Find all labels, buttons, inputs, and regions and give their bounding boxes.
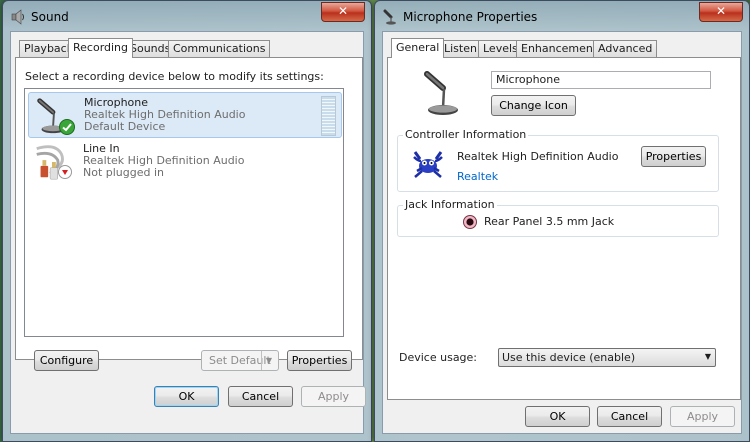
device-status: Default Device [84,120,166,133]
device-name-value: Microphone [496,73,561,86]
microphone-properties-window: Microphone Properties ✕ General Listen L… [374,0,750,442]
sound-client-area: Playback Recording Sounds Communications… [10,31,366,434]
jack-value: Rear Panel 3.5 mm Jack [484,215,615,228]
close-icon: ✕ [337,4,349,18]
red-down-arrow-icon [58,165,72,179]
controller-group-label: Controller Information [403,128,529,141]
microphone-device-icon [424,71,458,115]
sound-window-title: Sound [31,10,69,24]
mic-window-title: Microphone Properties [403,10,538,24]
controller-properties-button[interactable]: Properties [641,146,706,167]
microphone-title-icon [383,9,396,25]
set-default-button[interactable]: Set Default ▼ [201,350,279,371]
speaker-icon [11,9,24,25]
properties-button[interactable]: Properties [287,350,352,371]
device-status: Not plugged in [83,166,165,179]
recording-instruction: Select a recording device below to modif… [25,70,324,83]
jack-information-group: Jack Information Rear Panel 3.5 mm Jack [397,198,719,237]
mic-titlebar[interactable]: Microphone Properties ✕ [375,1,749,31]
list-item-microphone[interactable]: Microphone Realtek High Definition Audio… [28,92,342,138]
controller-vendor: Realtek [457,170,499,183]
mic-close-button[interactable]: ✕ [699,2,743,22]
tab-advanced[interactable]: Advanced [593,40,658,57]
jack-group-label: Jack Information [403,198,497,211]
change-icon-button[interactable]: Change Icon [491,95,576,116]
controller-information-group: Controller Information Realtek High Defi… [397,128,719,192]
mic-client-area: General Listen Levels Enhancements Advan… [382,31,742,434]
configure-button[interactable]: Configure [34,350,99,371]
tab-listen[interactable]: Listen [439,40,482,57]
sound-apply-button[interactable]: Apply [301,386,366,407]
general-tab-panel: Microphone Change Icon Controller Inform… [387,57,741,400]
green-check-icon [59,119,75,135]
tab-recording[interactable]: Recording [68,38,134,58]
device-usage-select[interactable]: Use this device (enable) ▼ [498,348,716,367]
mic-cancel-button[interactable]: Cancel [597,406,662,427]
level-meter [321,96,336,136]
chevron-down-icon: ▼ [704,352,711,361]
close-icon: ✕ [715,4,727,18]
controller-name: Realtek High Definition Audio [457,150,619,163]
recording-tab-panel: Select a recording device below to modif… [15,57,363,371]
sound-cancel-button[interactable]: Cancel [228,386,293,407]
device-name-input[interactable]: Microphone [491,71,711,89]
tab-communications[interactable]: Communications [168,40,271,57]
sound-window: Sound ✕ Playback Recording Sounds Commun… [2,0,372,442]
realtek-crab-icon [413,151,443,178]
sound-titlebar[interactable]: Sound ✕ [3,1,371,31]
jack-port-icon [463,215,477,229]
tab-general[interactable]: General [391,38,445,58]
mic-ok-button[interactable]: OK [525,406,590,427]
sound-close-button[interactable]: ✕ [321,2,365,22]
list-item-line-in[interactable]: Line In Realtek High Definition Audio No… [28,139,340,183]
recording-device-list[interactable]: Microphone Realtek High Definition Audio… [24,88,344,337]
device-usage-value: Use this device (enable) [502,351,636,364]
device-usage-label: Device usage: [399,351,478,364]
chevron-down-icon: ▼ [261,351,276,370]
sound-ok-button[interactable]: OK [154,386,219,407]
mic-apply-button[interactable]: Apply [670,406,735,427]
